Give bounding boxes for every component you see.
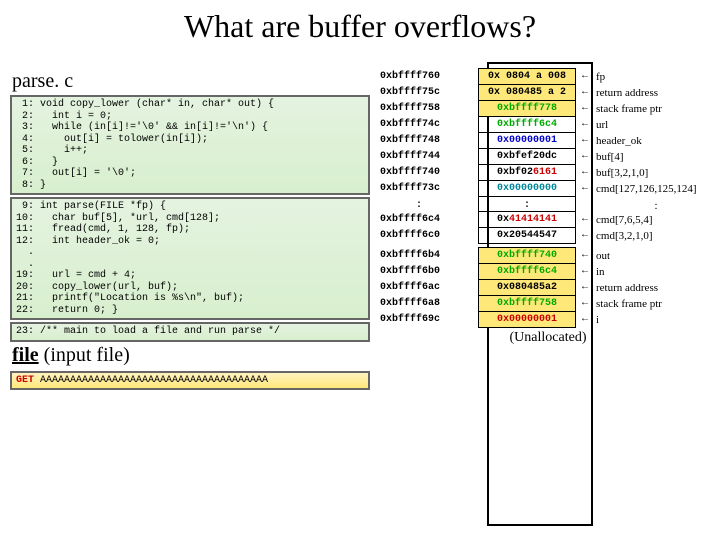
- mem-value: 0x00000001: [479, 312, 576, 328]
- mem-label: url: [594, 117, 718, 133]
- mem-value: 0xbffff778: [479, 101, 576, 117]
- mem-addr: 0xbffff740: [378, 165, 460, 181]
- arrow-left-icon: ←: [582, 151, 588, 162]
- mem-addr: 0xbffff6ac: [378, 280, 460, 296]
- mem-label: in: [594, 264, 718, 280]
- code-block-parse: 9: int parse(FILE *fp) { 10: char buf[5]…: [10, 197, 370, 320]
- mem-label: header_ok: [594, 133, 718, 149]
- arrow-left-icon: ←: [582, 135, 588, 146]
- mem-label: out: [594, 248, 718, 264]
- mem-value: 0x 0804 a 008: [479, 69, 576, 85]
- code-block-copy-lower: 1: void copy_lower (char* in, char* out)…: [10, 95, 370, 195]
- arrow-left-icon: ←: [582, 230, 588, 241]
- code-text-2: 9: int parse(FILE *fp) { 10: char buf[5]…: [16, 201, 364, 316]
- memory-table: 0xbffff760 0x 0804 a 008 ← fp 0xbffff75c 0x 0…: [378, 68, 718, 328]
- mem-value: 0xbffff6c4: [479, 117, 576, 133]
- mem-addr: 0xbffff69c: [378, 312, 460, 328]
- mem-label: buf[3,2,1,0]: [594, 165, 718, 181]
- mem-value: 0xbfef20dc: [479, 149, 576, 165]
- mem-label: buf[4]: [594, 149, 718, 165]
- http-method: GET: [16, 375, 34, 386]
- mem-addr: 0xbffff6c0: [378, 228, 460, 244]
- mem-addr: 0xbffff6a8: [378, 296, 460, 312]
- mem-label: stack frame ptr: [594, 296, 718, 312]
- mem-label: stack frame ptr: [594, 101, 718, 117]
- input-file-content: GET AAAAAAAAAAAAAAAAAAAAAAAAAAAAAAAAAAAA…: [10, 371, 370, 391]
- arrow-left-icon: ←: [582, 167, 588, 178]
- mem-value: 0x080485a2: [479, 280, 576, 296]
- mem-addr: 0xbffff6b0: [378, 264, 460, 280]
- arrow-left-icon: ←: [582, 250, 588, 261]
- arrow-left-icon: ←: [582, 266, 588, 277]
- mem-value: 0xbf026161: [479, 165, 576, 181]
- code-text-3: 23: /** main to load a file and run pars…: [16, 326, 364, 338]
- mem-label: i: [594, 312, 718, 328]
- arrow-left-icon: ←: [582, 183, 588, 194]
- code-block-main: 23: /** main to load a file and run pars…: [10, 322, 370, 342]
- mem-label: return address: [594, 280, 718, 296]
- mem-label: cmd[3,2,1,0]: [594, 228, 718, 244]
- mem-label: cmd[7,6,5,4]: [594, 212, 718, 228]
- slide-title: What are buffer overflows?: [0, 8, 720, 45]
- mem-addr: 0xbffff75c: [378, 85, 460, 101]
- input-file-label: file (input file): [12, 344, 370, 367]
- code-text-1: 1: void copy_lower (char* in, char* out)…: [16, 99, 364, 191]
- arrow-left-icon: ←: [582, 87, 588, 98]
- mem-value: 0x 080485 a 2: [479, 85, 576, 101]
- mem-addr: 0xbffff6c4: [378, 212, 460, 228]
- mem-value: 0x20544547: [479, 228, 576, 244]
- mem-addr: 0xbffff758: [378, 101, 460, 117]
- mem-addr: 0xbffff760: [378, 69, 460, 85]
- mem-label: fp: [594, 69, 718, 85]
- mem-value: 0x00000001: [479, 133, 576, 149]
- mem-value: 0xbffff758: [479, 296, 576, 312]
- mem-addr: 0xbffff748: [378, 133, 460, 149]
- source-file-label: parse. c: [12, 70, 370, 93]
- arrow-left-icon: ←: [582, 119, 588, 130]
- arrow-left-icon: ←: [582, 214, 588, 225]
- arrow-left-icon: ←: [582, 298, 588, 309]
- mem-addr: 0xbffff744: [378, 149, 460, 165]
- mem-label: return address: [594, 85, 718, 101]
- mem-addr: 0xbffff73c: [378, 181, 460, 197]
- arrow-left-icon: ←: [582, 71, 588, 82]
- arrow-left-icon: ←: [582, 103, 588, 114]
- arrow-left-icon: ←: [582, 314, 588, 325]
- mem-value: 0x41414141: [479, 212, 576, 228]
- unallocated-label: (Unallocated): [378, 330, 718, 346]
- mem-value: 0xbffff6c4: [479, 264, 576, 280]
- mem-value: 0xbffff740: [479, 248, 576, 264]
- mem-label: cmd[127,126,125,124]: [594, 181, 718, 197]
- mem-addr: 0xbffff6b4: [378, 248, 460, 264]
- mem-value: 0x00000000: [479, 181, 576, 197]
- mem-addr: 0xbffff74c: [378, 117, 460, 133]
- arrow-left-icon: ←: [582, 282, 588, 293]
- payload-text: AAAAAAAAAAAAAAAAAAAAAAAAAAAAAAAAAAAAAA: [34, 375, 268, 386]
